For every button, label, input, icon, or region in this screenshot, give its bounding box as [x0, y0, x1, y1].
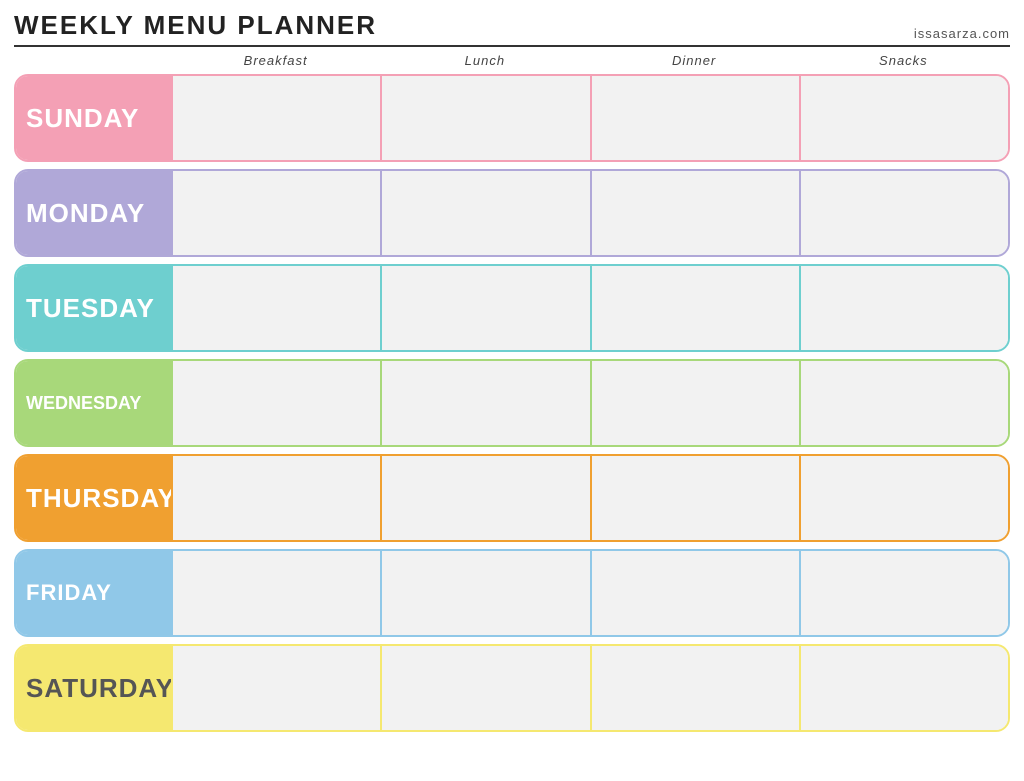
day-row-monday: Monday: [14, 169, 1010, 257]
sunday-dinner[interactable]: [590, 76, 799, 160]
friday-snacks[interactable]: [799, 551, 1008, 635]
tuesday-lunch[interactable]: [380, 266, 589, 350]
monday-breakfast[interactable]: [171, 171, 380, 255]
saturday-dinner[interactable]: [590, 646, 799, 730]
day-row-thursday: Thursday: [14, 454, 1010, 542]
col-header-dinner: Dinner: [590, 53, 799, 68]
day-label-saturday: Saturday: [16, 646, 171, 730]
column-headers: Breakfast Lunch Dinner Snacks: [14, 53, 1010, 68]
page-header: Weekly Menu Planner issasarza.com: [14, 10, 1010, 47]
day-label-sunday: Sunday: [16, 76, 171, 160]
saturday-breakfast[interactable]: [171, 646, 380, 730]
day-row-sunday: Sunday: [14, 74, 1010, 162]
tuesday-breakfast[interactable]: [171, 266, 380, 350]
wednesday-dinner[interactable]: [590, 361, 799, 445]
col-header-lunch: Lunch: [380, 53, 589, 68]
day-label-friday: Friday: [16, 551, 171, 635]
day-label-wednesday: Wednesday: [16, 361, 171, 445]
wednesday-lunch[interactable]: [380, 361, 589, 445]
day-label-tuesday: Tuesday: [16, 266, 171, 350]
saturday-snacks[interactable]: [799, 646, 1008, 730]
thursday-dinner[interactable]: [590, 456, 799, 540]
page-wrapper: Weekly Menu Planner issasarza.com Breakf…: [14, 10, 1010, 732]
page-website: issasarza.com: [914, 26, 1010, 41]
sunday-lunch[interactable]: [380, 76, 589, 160]
wednesday-breakfast[interactable]: [171, 361, 380, 445]
col-header-breakfast: Breakfast: [171, 53, 380, 68]
day-row-tuesday: Tuesday: [14, 264, 1010, 352]
thursday-lunch[interactable]: [380, 456, 589, 540]
day-label-thursday: Thursday: [16, 456, 171, 540]
days-container: Sunday Monday Tuesday Wednesday: [14, 74, 1010, 732]
tuesday-dinner[interactable]: [590, 266, 799, 350]
day-row-friday: Friday: [14, 549, 1010, 637]
monday-snacks[interactable]: [799, 171, 1008, 255]
friday-breakfast[interactable]: [171, 551, 380, 635]
friday-dinner[interactable]: [590, 551, 799, 635]
col-header-snacks: Snacks: [799, 53, 1008, 68]
tuesday-snacks[interactable]: [799, 266, 1008, 350]
day-row-wednesday: Wednesday: [14, 359, 1010, 447]
col-spacer: [16, 53, 171, 68]
friday-lunch[interactable]: [380, 551, 589, 635]
wednesday-snacks[interactable]: [799, 361, 1008, 445]
thursday-breakfast[interactable]: [171, 456, 380, 540]
sunday-snacks[interactable]: [799, 76, 1008, 160]
saturday-lunch[interactable]: [380, 646, 589, 730]
monday-lunch[interactable]: [380, 171, 589, 255]
page-title: Weekly Menu Planner: [14, 10, 377, 41]
day-label-monday: Monday: [16, 171, 171, 255]
monday-dinner[interactable]: [590, 171, 799, 255]
thursday-snacks[interactable]: [799, 456, 1008, 540]
day-row-saturday: Saturday: [14, 644, 1010, 732]
sunday-breakfast[interactable]: [171, 76, 380, 160]
